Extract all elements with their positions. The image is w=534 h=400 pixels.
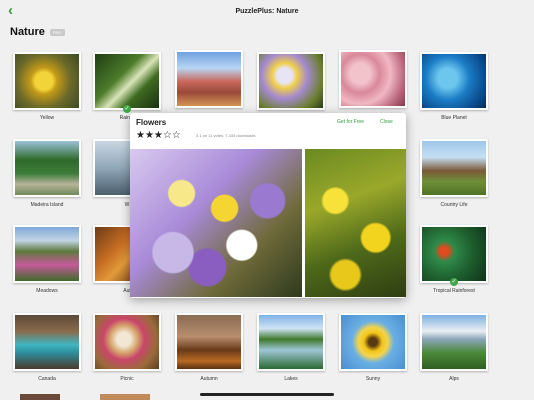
puzzle-thumbnail	[175, 50, 243, 108]
tile-label: Picnic	[120, 376, 134, 382]
puzzle-thumbnail: ✓	[93, 52, 161, 113]
puzzle-thumbnail	[339, 313, 407, 371]
puzzle-thumbnail	[257, 313, 325, 371]
puzzle-thumbnail: ✓	[420, 225, 488, 286]
tile-label: Country Life	[440, 202, 468, 208]
puzzle-thumbnail	[257, 52, 325, 110]
puzzle-thumbnail	[13, 225, 81, 283]
rating-summary: 3.1 on 11 votes, 7,434 downloads	[196, 133, 256, 138]
tile-label: Blue Planet	[441, 115, 467, 121]
close-button[interactable]: Close	[380, 119, 393, 125]
puzzle-tile-autumn[interactable]: Autumn	[175, 313, 243, 382]
flowers-preview-image	[130, 149, 302, 297]
tile-label: Meadows	[36, 288, 58, 294]
puzzle-tile-canada[interactable]: Canada	[13, 313, 81, 382]
puzzle-thumbnail	[339, 50, 407, 108]
star-rating: ★★★☆☆	[136, 130, 181, 141]
puzzle-tile-mountains[interactable]	[175, 50, 243, 113]
home-indicator	[200, 393, 334, 396]
puzzle-tile-rain-forest[interactable]: ✓ Rain F	[93, 52, 161, 121]
checkmark-icon: ✓	[123, 105, 131, 113]
tile-label: Lakes	[284, 376, 298, 382]
mimosa-preview-image	[305, 149, 406, 297]
tile-label: Yellow	[39, 115, 55, 121]
puzzle-tile-bouquet[interactable]	[257, 52, 325, 115]
puzzle-thumbnail	[175, 313, 243, 371]
bottom-row-preview	[20, 394, 60, 400]
puzzle-detail-popup: Flowers ★★★☆☆ 3.1 on 11 votes, 7,434 dow…	[130, 113, 406, 298]
tile-label: Alps	[449, 376, 459, 382]
puzzle-thumbnail	[13, 139, 81, 197]
puzzle-thumbnail	[420, 313, 488, 371]
puzzle-tile-picnic[interactable]: Picnic	[93, 313, 161, 382]
tile-label: Autumn	[200, 376, 218, 382]
puzzle-tile-sunny[interactable]: Sunny	[339, 313, 407, 382]
puzzle-tile-meadows[interactable]: Meadows	[13, 225, 81, 294]
puzzle-tile-blue-planet[interactable]: Blue Planet	[420, 52, 488, 121]
tile-label: Canada	[38, 376, 56, 382]
puzzle-tile-alps[interactable]: Alps	[420, 313, 488, 382]
get-for-free-button[interactable]: Get for Free	[337, 119, 364, 125]
puzzle-tile-madeira-island[interactable]: Madeira Island	[13, 139, 81, 208]
puzzle-thumbnail	[13, 313, 81, 371]
puzzle-tile-country-life[interactable]: Country Life	[420, 139, 488, 208]
puzzle-thumbnail	[420, 52, 488, 110]
puzzle-tile-tropical-rainforest[interactable]: ✓ Tropical Rainforest	[420, 225, 488, 294]
tile-label: Sunny	[365, 376, 381, 382]
puzzle-thumbnail	[420, 139, 488, 197]
puzzle-tile-roses[interactable]	[339, 50, 407, 113]
puzzle-tile-yellow[interactable]: Yellow	[13, 52, 81, 121]
tile-label: Madeira Island	[30, 202, 64, 208]
tile-label: Tropical Rainforest	[433, 288, 475, 294]
popup-title: Flowers	[136, 118, 167, 127]
puzzle-tile-lakes[interactable]: Lakes	[257, 313, 325, 382]
checkmark-icon: ✓	[450, 278, 458, 286]
puzzle-thumbnail	[93, 313, 161, 371]
puzzle-thumbnail	[13, 52, 81, 110]
bottom-row-preview	[100, 394, 150, 400]
